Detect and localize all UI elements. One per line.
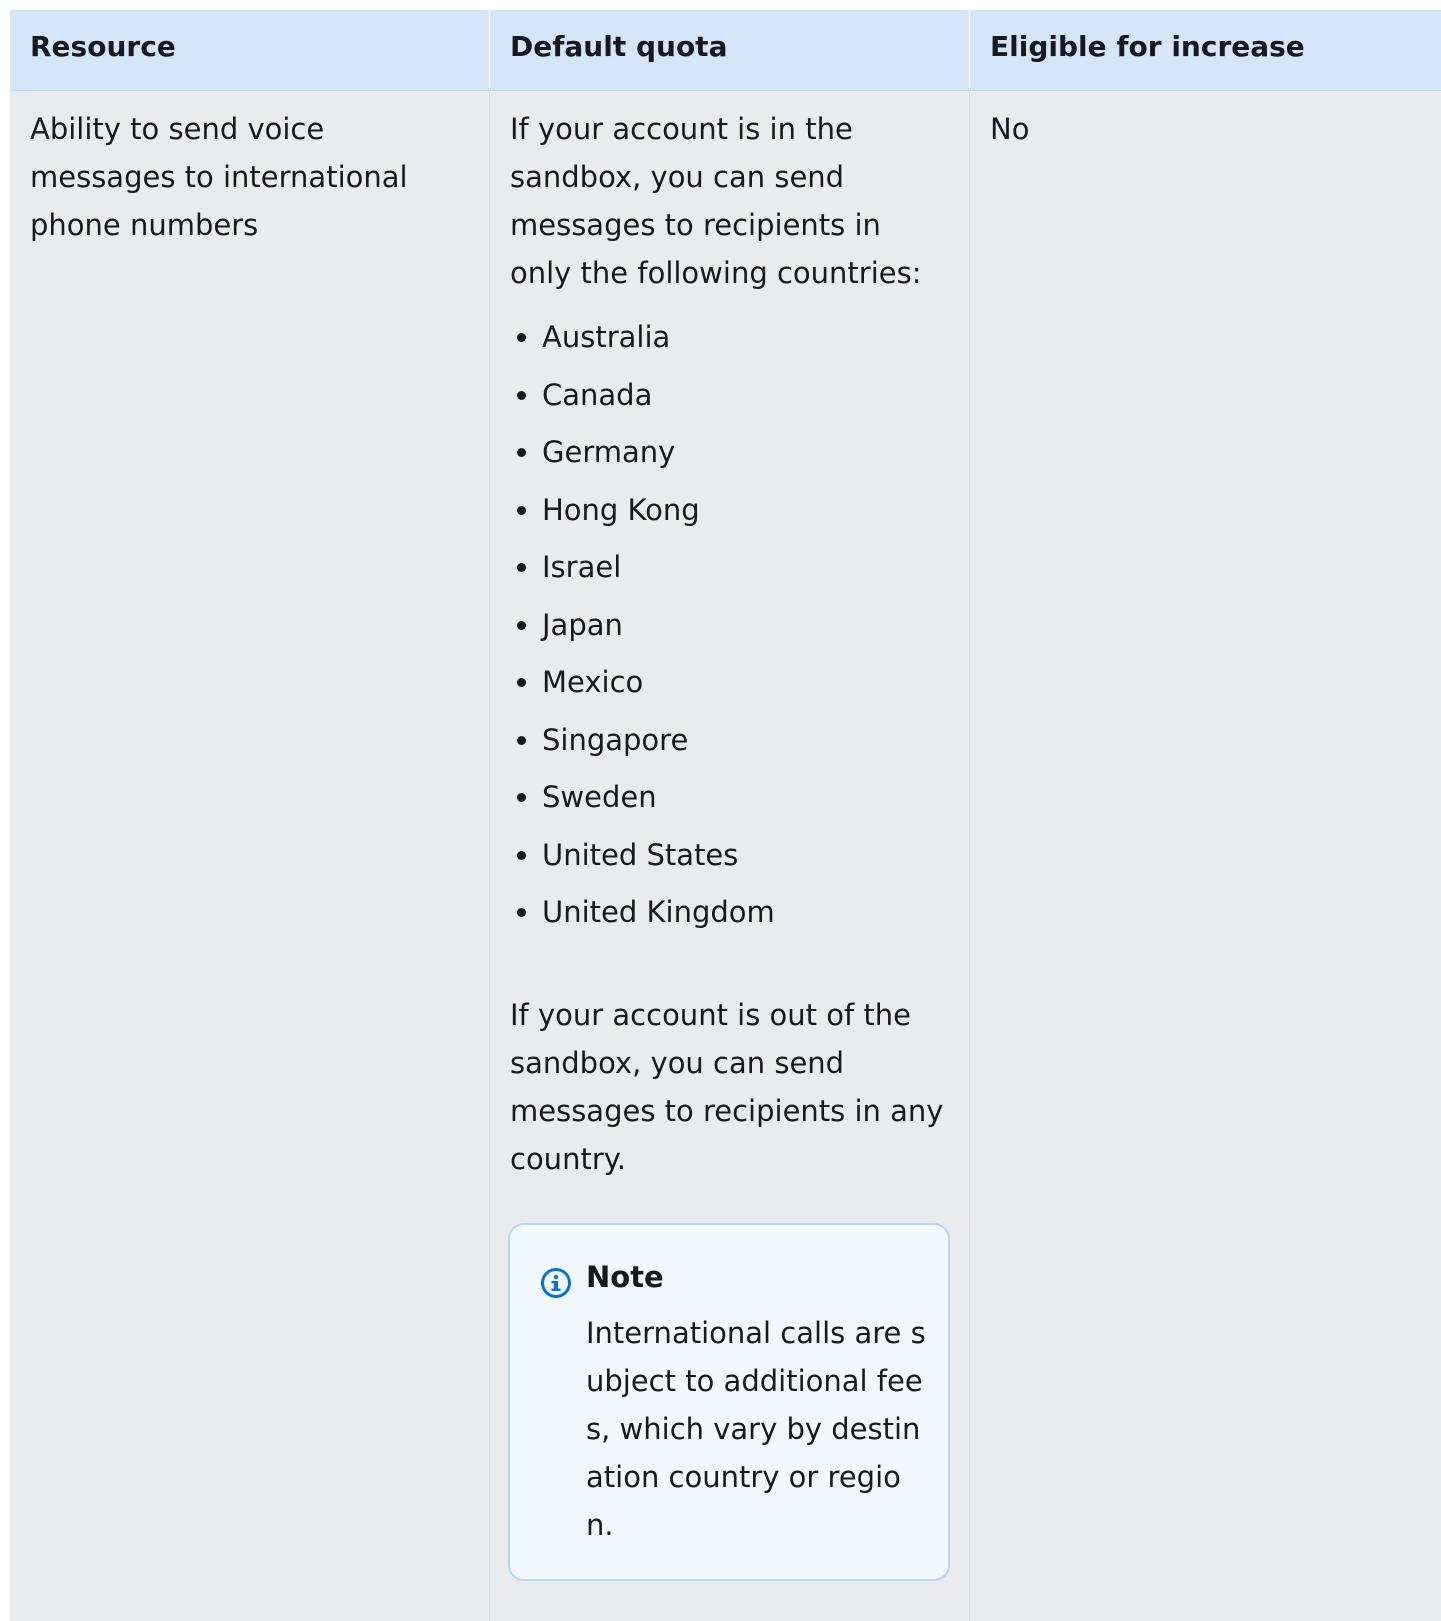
- quota-intro-text: If your account is in the sandbox, you c…: [510, 112, 922, 290]
- list-item: Sweden: [542, 773, 949, 821]
- list-item: Australia: [542, 313, 949, 361]
- country-list: Australia Canada Germany Hong Kong Israe…: [510, 313, 949, 936]
- list-item: Germany: [542, 428, 949, 476]
- list-item: United States: [542, 831, 949, 879]
- eligible-value: No: [990, 112, 1030, 146]
- list-item: Mexico: [542, 658, 949, 706]
- list-item: Canada: [542, 371, 949, 419]
- list-item: Japan: [542, 601, 949, 649]
- note-text: International calls are subject to addit…: [586, 1316, 926, 1542]
- list-item: United Kingdom: [542, 888, 949, 936]
- note-title: Note: [586, 1260, 664, 1294]
- quota-outro-text: If your account is out of the sandbox, y…: [510, 998, 944, 1176]
- header-eligible-for-increase: Eligible for increase: [969, 10, 1441, 91]
- quota-table: Resource Default quota Eligible for incr…: [10, 10, 1441, 1621]
- cell-default-quota: If your account is in the sandbox, you c…: [489, 91, 969, 1621]
- list-item: Hong Kong: [542, 486, 949, 534]
- list-item: Singapore: [542, 716, 949, 764]
- note-body: Note International calls are subject to …: [586, 1253, 928, 1549]
- cell-resource: Ability to send voice messages to intern…: [10, 91, 489, 1621]
- header-default-quota: Default quota: [489, 10, 969, 91]
- resource-text: Ability to send voice messages to intern…: [30, 112, 408, 242]
- info-icon: [540, 1265, 572, 1298]
- list-item: Israel: [542, 543, 949, 591]
- header-resource: Resource: [10, 10, 489, 91]
- note-box: Note International calls are subject to …: [508, 1223, 950, 1581]
- cell-eligible: No: [969, 91, 1441, 1621]
